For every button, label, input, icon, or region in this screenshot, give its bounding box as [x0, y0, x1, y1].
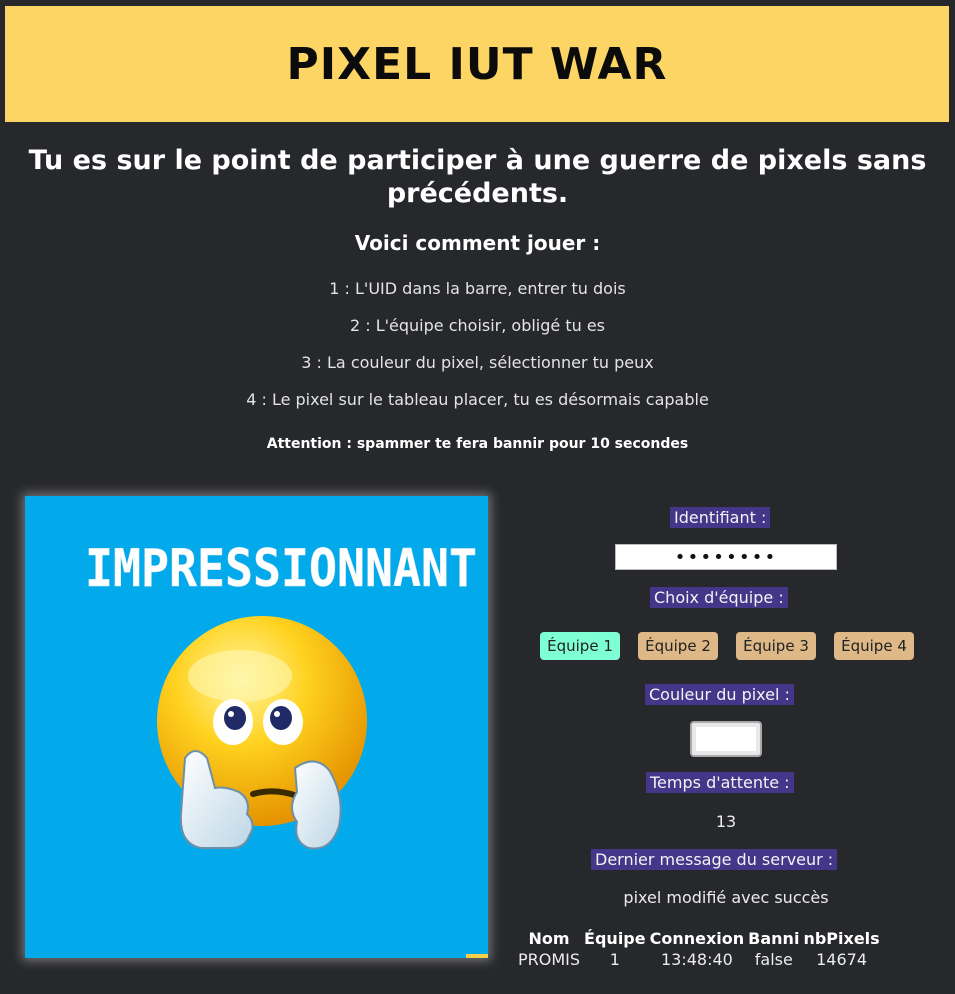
board-text: IMPRESSIONNANT	[85, 539, 477, 599]
team-1-button[interactable]: Équipe 1	[540, 632, 620, 660]
player-pixels: 14674	[816, 950, 867, 969]
color-picker[interactable]	[690, 721, 762, 757]
player-team: 1	[609, 950, 620, 969]
intro-headline: Tu es sur le point de participer à une g…	[28, 145, 927, 209]
uid-label: Identifiant :	[670, 507, 771, 528]
wait-value: 13	[715, 812, 737, 831]
page-title: PIXEL IUT WAR	[286, 38, 668, 90]
team-3-button[interactable]: Équipe 3	[736, 632, 816, 660]
thinking-emoji-icon	[157, 616, 367, 850]
color-label: Couleur du pixel :	[645, 684, 794, 705]
column-header-name: Nom	[528, 929, 570, 948]
header-banner: PIXEL IUT WAR	[5, 6, 949, 122]
page: PIXEL IUT WAR Tu es sur le point de part…	[0, 0, 955, 994]
board-corner-pixel	[466, 954, 488, 958]
howto-title: Voici comment jouer :	[354, 231, 601, 255]
spam-warning: Attention : spammer te fera bannir pour …	[266, 436, 689, 452]
uid-input[interactable]	[615, 544, 837, 570]
team-2-button[interactable]: Équipe 2	[638, 632, 718, 660]
rule-2: 2 : L'équipe choisir, obligé tu es	[349, 316, 606, 335]
rule-1: 1 : L'UID dans la barre, entrer tu dois	[329, 279, 626, 298]
rule-4: 4 : Le pixel sur le tableau placer, tu e…	[246, 390, 709, 409]
server-message-label: Dernier message du serveur :	[591, 849, 838, 870]
table-header-row: Nom Équipe Connexion Banni nbPixels	[516, 928, 882, 949]
team-label: Choix d'équipe :	[650, 587, 788, 608]
player-banned: false	[754, 950, 793, 969]
pixel-board-art: IMPRESSIONNANT	[85, 539, 477, 850]
table-row: PROMIS 1 13:48:40 false 14674	[516, 949, 882, 970]
column-header-connection: Connexion	[649, 929, 745, 948]
color-swatch	[696, 727, 756, 751]
server-message: pixel modifié avec succès	[623, 888, 829, 907]
player-name: PROMIS	[518, 950, 581, 969]
wait-label: Temps d'attente :	[646, 772, 794, 793]
team-4-button[interactable]: Équipe 4	[834, 632, 914, 660]
column-header-team: Équipe	[584, 929, 646, 948]
column-header-pixels: nbPixels	[803, 929, 880, 948]
column-header-banned: Banni	[748, 929, 800, 948]
rule-3: 3 : La couleur du pixel, sélectionner tu…	[301, 353, 654, 372]
pixel-board[interactable]: IMPRESSIONNANT	[25, 496, 488, 958]
player-connection: 13:48:40	[660, 950, 733, 969]
players-table: Nom Équipe Connexion Banni nbPixels PROM…	[516, 928, 882, 970]
